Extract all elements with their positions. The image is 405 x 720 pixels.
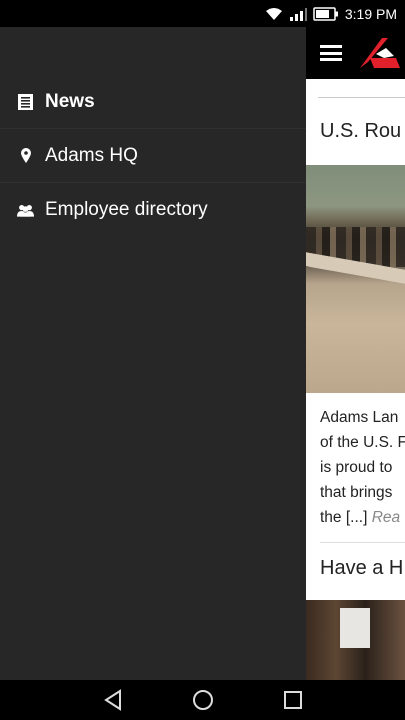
drawer-list: News Adams HQ Employee directory: [0, 27, 306, 237]
drawer-item-news[interactable]: News: [0, 75, 306, 129]
wifi-icon: [265, 7, 283, 21]
status-bar: 3:19 PM: [0, 0, 405, 27]
back-icon[interactable]: [98, 685, 128, 715]
article-title[interactable]: Have a H: [306, 543, 405, 580]
excerpt-line: of the U.S. F: [320, 434, 405, 451]
excerpt-end: the [...]: [320, 509, 368, 526]
article-excerpt: Adams Lan of the U.S. F is proud to that…: [306, 393, 405, 530]
drawer-item-employee-directory[interactable]: Employee directory: [0, 183, 306, 237]
news-feed: U.S. Rou Adams Lan of the U.S. F is prou…: [306, 27, 405, 680]
drawer-item-label: Employee directory: [45, 199, 208, 220]
excerpt-line: the [...] Rea: [320, 505, 405, 530]
drawer-item-adams-hq[interactable]: Adams HQ: [0, 129, 306, 183]
document-icon: [17, 93, 34, 110]
status-time: 3:19 PM: [344, 5, 397, 22]
location-pin-icon: [17, 147, 34, 164]
excerpt-line: that brings: [320, 484, 393, 501]
article-image[interactable]: [306, 165, 405, 393]
battery-icon: [313, 6, 339, 21]
signal-icon: [289, 7, 307, 21]
article-image[interactable]: [306, 600, 405, 680]
read-more-link[interactable]: Rea: [372, 509, 400, 526]
recents-icon[interactable]: [278, 685, 308, 715]
excerpt-line: is proud to: [320, 459, 393, 476]
app-bar: [306, 27, 405, 79]
drawer-item-label: Adams HQ: [45, 144, 138, 166]
article-title[interactable]: U.S. Rou: [306, 98, 405, 143]
navigation-drawer: News Adams HQ Employee directory: [0, 27, 306, 680]
screen: 3:19 PM U.S. Rou Adams Lan of the U.S. F…: [0, 0, 405, 720]
people-icon: [17, 202, 34, 219]
system-nav-bar: [0, 680, 405, 720]
home-icon[interactable]: [188, 685, 218, 715]
excerpt-line: Adams Lan: [320, 409, 399, 426]
menu-icon[interactable]: [320, 45, 342, 61]
logo-icon: [360, 38, 400, 68]
drawer-item-label: News: [45, 90, 95, 112]
